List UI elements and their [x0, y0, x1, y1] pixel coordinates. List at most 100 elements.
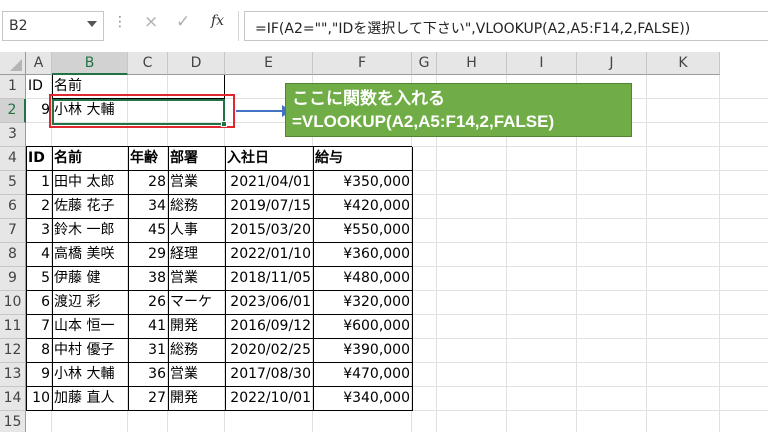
table-header-1[interactable]: 名前: [52, 147, 128, 171]
table-cell[interactable]: 28: [128, 171, 168, 195]
row-header-5[interactable]: 5: [0, 171, 26, 195]
table-cell[interactable]: 開発: [168, 387, 225, 411]
table-cell[interactable]: 鈴木 一郎: [52, 219, 128, 243]
table-cell[interactable]: 5: [26, 267, 52, 291]
table-cell[interactable]: ¥360,000: [313, 243, 412, 267]
table-cell[interactable]: 9: [26, 363, 52, 387]
table-cell[interactable]: 2: [26, 195, 52, 219]
name-box[interactable]: B2: [2, 11, 104, 41]
table-cell[interactable]: 4: [26, 243, 52, 267]
table-cell[interactable]: 2022/10/01: [225, 387, 313, 411]
table-cell[interactable]: 2015/03/20: [225, 219, 313, 243]
cancel-icon[interactable]: ×: [144, 12, 158, 32]
column-header-b[interactable]: B: [52, 52, 128, 75]
table-cell[interactable]: 総務: [168, 339, 225, 363]
insert-function-icon[interactable]: fx: [211, 13, 224, 29]
row-header-9[interactable]: 9: [0, 267, 26, 291]
table-cell[interactable]: ¥390,000: [313, 339, 412, 363]
table-cell[interactable]: 総務: [168, 195, 225, 219]
table-cell[interactable]: 29: [128, 243, 168, 267]
table-cell[interactable]: 6: [26, 291, 52, 315]
table-cell[interactable]: 2019/07/15: [225, 195, 313, 219]
table-cell[interactable]: ¥320,000: [313, 291, 412, 315]
row-header-15[interactable]: 15: [0, 411, 26, 432]
row-header-7[interactable]: 7: [0, 219, 26, 243]
table-cell[interactable]: 経理: [168, 243, 225, 267]
column-header-g[interactable]: G: [412, 52, 437, 75]
column-header-i[interactable]: I: [507, 52, 577, 75]
table-cell[interactable]: 2018/11/05: [225, 267, 313, 291]
table-cell[interactable]: 8: [26, 339, 52, 363]
table-cell[interactable]: マーケ: [168, 291, 225, 315]
table-cell[interactable]: ¥420,000: [313, 195, 412, 219]
row-header-11[interactable]: 11: [0, 315, 26, 339]
table-header-3[interactable]: 部署: [168, 147, 225, 171]
table-cell[interactable]: ¥550,000: [313, 219, 412, 243]
table-header-2[interactable]: 年齢: [128, 147, 168, 171]
table-cell[interactable]: 2017/08/30: [225, 363, 313, 387]
table-cell[interactable]: 45: [128, 219, 168, 243]
table-cell[interactable]: ¥350,000: [313, 171, 412, 195]
table-cell[interactable]: 31: [128, 339, 168, 363]
column-header-c[interactable]: C: [128, 52, 168, 75]
column-header-d[interactable]: D: [168, 52, 225, 75]
row-header-6[interactable]: 6: [0, 195, 26, 219]
table-cell[interactable]: 2022/01/10: [225, 243, 313, 267]
table-cell[interactable]: 2020/02/25: [225, 339, 313, 363]
table-cell[interactable]: 36: [128, 363, 168, 387]
row-header-13[interactable]: 13: [0, 363, 26, 387]
row-header-12[interactable]: 12: [0, 339, 26, 363]
table-cell[interactable]: 34: [128, 195, 168, 219]
table-cell[interactable]: 2023/06/01: [225, 291, 313, 315]
row-header-4[interactable]: 4: [0, 147, 26, 171]
table-cell[interactable]: 38: [128, 267, 168, 291]
chevron-down-icon[interactable]: [87, 21, 97, 27]
table-cell[interactable]: 41: [128, 315, 168, 339]
table-cell[interactable]: 田中 太郎: [52, 171, 128, 195]
table-cell[interactable]: 1: [26, 171, 52, 195]
table-cell[interactable]: 中村 優子: [52, 339, 128, 363]
table-cell[interactable]: 7: [26, 315, 52, 339]
table-cell[interactable]: 3: [26, 219, 52, 243]
table-cell[interactable]: 営業: [168, 171, 225, 195]
table-header-0[interactable]: ID: [26, 147, 52, 171]
select-all-button[interactable]: [0, 52, 26, 75]
table-cell[interactable]: 2016/09/12: [225, 315, 313, 339]
table-cell[interactable]: 開発: [168, 315, 225, 339]
table-cell[interactable]: 2021/04/01: [225, 171, 313, 195]
row-header-1[interactable]: 1: [0, 75, 26, 99]
column-header-a[interactable]: A: [26, 52, 52, 75]
table-cell[interactable]: 営業: [168, 363, 225, 387]
enter-icon[interactable]: ✓: [176, 12, 190, 32]
column-header-f[interactable]: F: [313, 52, 412, 75]
fill-handle[interactable]: [221, 121, 227, 127]
row-header-2[interactable]: 2: [0, 99, 26, 123]
table-cell[interactable]: 渡辺 彩: [52, 291, 128, 315]
table-cell[interactable]: 人事: [168, 219, 225, 243]
row-header-10[interactable]: 10: [0, 291, 26, 315]
table-cell[interactable]: 営業: [168, 267, 225, 291]
table-cell[interactable]: ¥600,000: [313, 315, 412, 339]
row-header-8[interactable]: 8: [0, 243, 26, 267]
table-cell[interactable]: 小林 大輔: [52, 363, 128, 387]
table-header-4[interactable]: 入社日: [225, 147, 313, 171]
table-cell[interactable]: 伊藤 健: [52, 267, 128, 291]
formula-input[interactable]: =IF(A2="","IDを選択して下さい",VLOOKUP(A2,A5:F14…: [244, 11, 768, 41]
table-cell[interactable]: 加藤 直人: [52, 387, 128, 411]
table-cell[interactable]: 10: [26, 387, 52, 411]
row-header-3[interactable]: 3: [0, 123, 26, 147]
table-header-5[interactable]: 給与: [313, 147, 412, 171]
table-cell[interactable]: 27: [128, 387, 168, 411]
column-header-e[interactable]: E: [225, 52, 313, 75]
table-cell[interactable]: 高橋 美咲: [52, 243, 128, 267]
table-cell[interactable]: 佐藤 花子: [52, 195, 128, 219]
column-header-h[interactable]: H: [437, 52, 507, 75]
active-cell-b2[interactable]: [52, 99, 227, 127]
column-header-j[interactable]: J: [577, 52, 647, 75]
row-header-14[interactable]: 14: [0, 387, 26, 411]
table-cell[interactable]: ¥470,000: [313, 363, 412, 387]
column-header-k[interactable]: K: [647, 52, 720, 75]
table-cell[interactable]: ¥340,000: [313, 387, 412, 411]
table-cell[interactable]: ¥480,000: [313, 267, 412, 291]
table-cell[interactable]: 山本 恒一: [52, 315, 128, 339]
